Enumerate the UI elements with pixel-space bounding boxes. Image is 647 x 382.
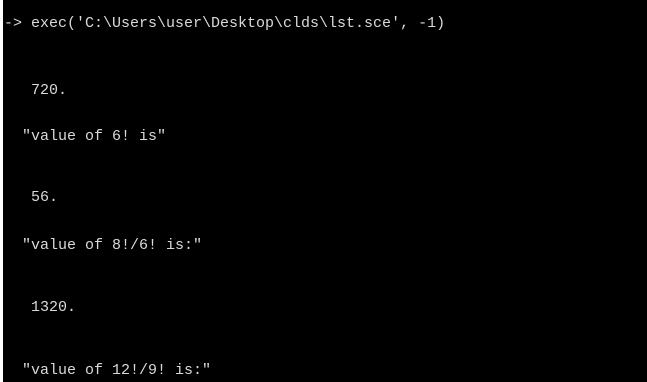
console-command-line: -> exec('C:\Users\user\Desktop\clds\lst.…	[4, 15, 446, 32]
console-output-line: 56.	[4, 189, 59, 206]
console-output-line: 1320.	[4, 299, 77, 316]
console-output-line: 720.	[4, 82, 68, 99]
scilab-console[interactable]: -> exec('C:\Users\user\Desktop\clds\lst.…	[0, 0, 647, 382]
console-output-line: "value of 8!/6! is:"	[4, 237, 203, 254]
window-frame-edge	[0, 0, 3, 382]
console-output-line: "value of 6! is"	[4, 128, 167, 145]
console-output-line: "value of 12!/9! is:"	[4, 362, 212, 379]
